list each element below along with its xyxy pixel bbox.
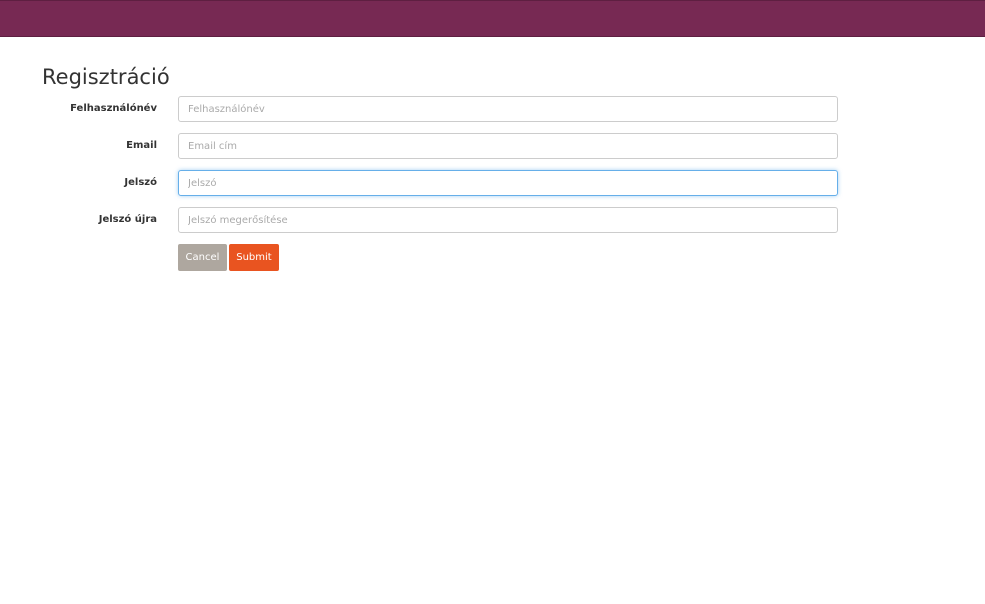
form-row-email: Email <box>0 133 985 159</box>
email-label: Email <box>126 140 157 151</box>
submit-button[interactable]: Submit <box>229 244 279 271</box>
email-input[interactable] <box>178 133 838 159</box>
cancel-button[interactable]: Cancel <box>178 244 227 271</box>
form-row-username: Felhasználónév <box>0 96 985 122</box>
username-label: Felhasználónév <box>70 103 157 114</box>
page-title: Regisztráció <box>42 65 170 89</box>
password-confirm-input[interactable] <box>178 207 838 233</box>
form-row-password-confirm: Jelszó újra <box>0 207 985 233</box>
password-label: Jelszó <box>124 177 157 188</box>
password-confirm-label: Jelszó újra <box>98 214 157 225</box>
top-navbar <box>0 0 985 37</box>
password-input[interactable] <box>178 170 838 196</box>
username-input[interactable] <box>178 96 838 122</box>
form-row-password: Jelszó <box>0 170 985 196</box>
